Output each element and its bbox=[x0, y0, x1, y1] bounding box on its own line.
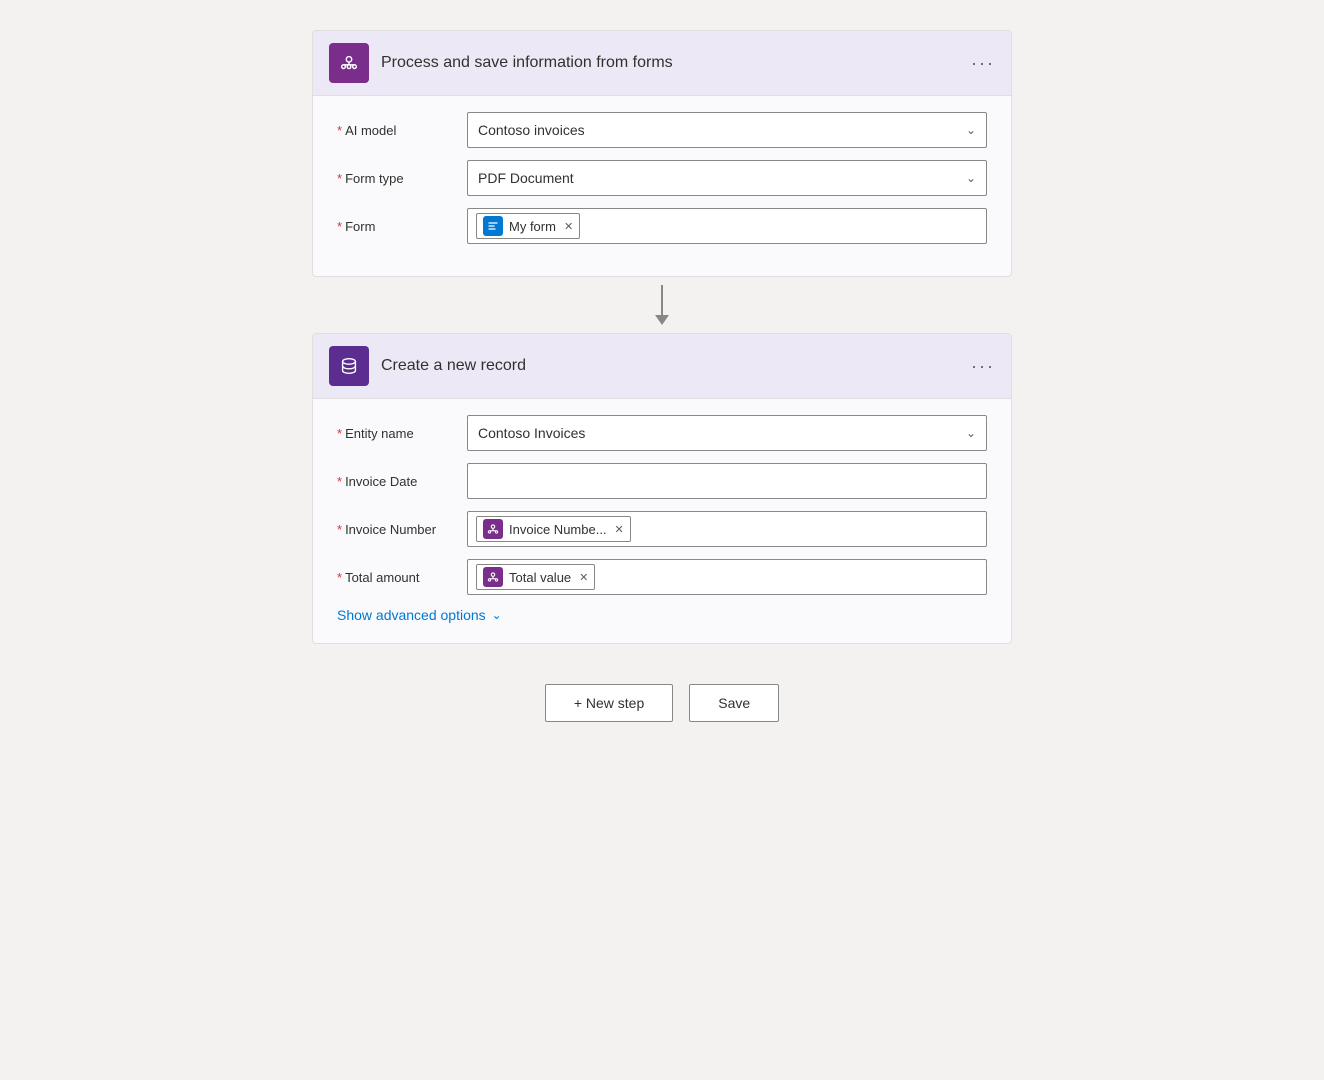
ai-model-dropdown[interactable]: Contoso invoices ⌄ bbox=[467, 112, 987, 148]
connector-1 bbox=[655, 285, 669, 325]
invoice-number-tag-close[interactable]: ✕ bbox=[615, 523, 624, 536]
entity-name-chevron-icon: ⌄ bbox=[966, 426, 976, 440]
save-button[interactable]: Save bbox=[689, 684, 779, 722]
form-tag-container[interactable]: My form ✕ bbox=[467, 208, 987, 244]
invoice-number-tag: Invoice Numbe... ✕ bbox=[476, 516, 631, 542]
card-process-forms: Process and save information from forms … bbox=[312, 30, 1012, 277]
connector-line-1 bbox=[661, 285, 663, 315]
invoice-number-row: *Invoice Number bbox=[337, 511, 987, 547]
card2-header: Create a new record ··· bbox=[313, 334, 1011, 399]
card1-menu-button[interactable]: ··· bbox=[971, 53, 995, 74]
invoice-date-label: *Invoice Date bbox=[337, 474, 467, 489]
card2-title: Create a new record bbox=[381, 357, 971, 375]
total-value-tag: Total value ✕ bbox=[476, 564, 595, 590]
my-form-tag: My form ✕ bbox=[476, 213, 580, 239]
invoice-date-row: *Invoice Date bbox=[337, 463, 987, 499]
form-type-chevron-icon: ⌄ bbox=[966, 171, 976, 185]
my-form-tag-close[interactable]: ✕ bbox=[564, 220, 573, 233]
card2-body: *Entity name Contoso Invoices ⌄ *Invoice… bbox=[313, 399, 1011, 643]
total-value-tag-icon bbox=[483, 567, 503, 587]
entity-name-dropdown[interactable]: Contoso Invoices ⌄ bbox=[467, 415, 987, 451]
form-type-label: *Form type bbox=[337, 171, 467, 186]
invoice-number-label: *Invoice Number bbox=[337, 522, 467, 537]
invoice-date-input[interactable] bbox=[467, 463, 987, 499]
total-amount-tag-container[interactable]: Total value ✕ bbox=[467, 559, 987, 595]
card1-body: *AI model Contoso invoices ⌄ *Form type … bbox=[313, 96, 1011, 276]
new-step-button[interactable]: + New step bbox=[545, 684, 673, 722]
dataverse-icon bbox=[338, 355, 360, 377]
form-label: *Form bbox=[337, 219, 467, 234]
my-form-tag-icon bbox=[483, 216, 503, 236]
entity-name-row: *Entity name Contoso Invoices ⌄ bbox=[337, 415, 987, 451]
connector-arrow-1 bbox=[655, 315, 669, 325]
ai-model-row: *AI model Contoso invoices ⌄ bbox=[337, 112, 987, 148]
total-value-tag-close[interactable]: ✕ bbox=[579, 571, 588, 584]
card-create-record: Create a new record ··· *Entity name Con… bbox=[312, 333, 1012, 644]
invoice-number-tag-icon bbox=[483, 519, 503, 539]
advanced-options-chevron-icon: ⌄ bbox=[492, 608, 502, 622]
ai-builder-icon bbox=[338, 52, 360, 74]
form-type-row: *Form type PDF Document ⌄ bbox=[337, 160, 987, 196]
total-amount-row: *Total amount bbox=[337, 559, 987, 595]
card1-title: Process and save information from forms bbox=[381, 54, 971, 72]
total-amount-label: *Total amount bbox=[337, 570, 467, 585]
card2-menu-button[interactable]: ··· bbox=[971, 356, 995, 377]
card1-header: Process and save information from forms … bbox=[313, 31, 1011, 96]
ai-model-label: *AI model bbox=[337, 123, 467, 138]
canvas: Process and save information from forms … bbox=[282, 20, 1042, 1080]
entity-name-label: *Entity name bbox=[337, 426, 467, 441]
form-row: *Form My form ✕ bbox=[337, 208, 987, 244]
form-type-dropdown[interactable]: PDF Document ⌄ bbox=[467, 160, 987, 196]
invoice-number-tag-container[interactable]: Invoice Numbe... ✕ bbox=[467, 511, 987, 547]
card2-icon bbox=[329, 346, 369, 386]
bottom-actions: + New step Save bbox=[545, 684, 779, 722]
show-advanced-options[interactable]: Show advanced options ⌄ bbox=[337, 607, 987, 623]
ai-model-chevron-icon: ⌄ bbox=[966, 123, 976, 137]
card1-icon bbox=[329, 43, 369, 83]
